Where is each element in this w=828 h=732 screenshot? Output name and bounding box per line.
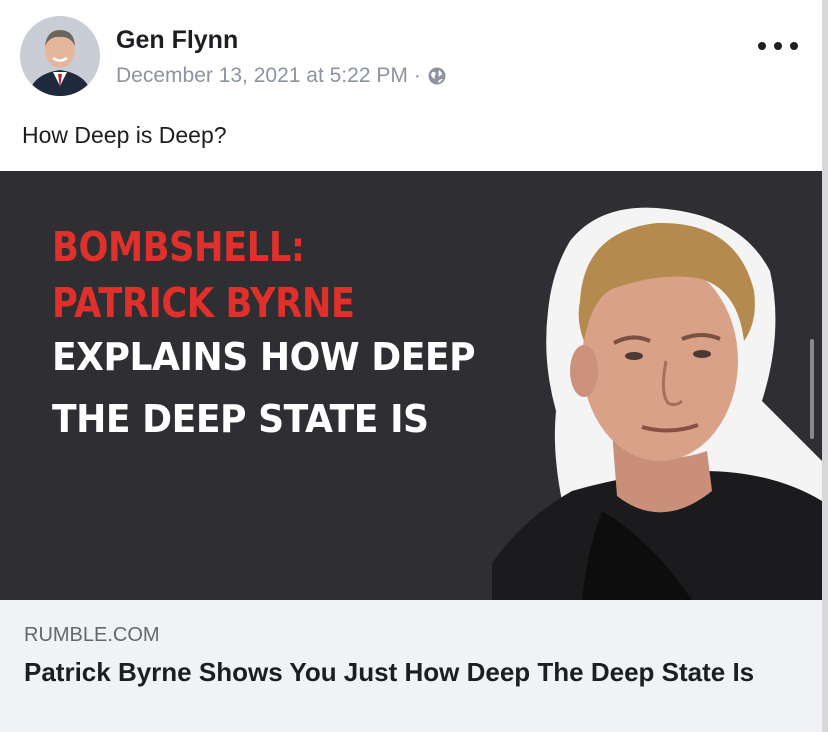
link-preview[interactable]: RUMBLE.COM Patrick Byrne Shows You Just … [0, 600, 822, 732]
avatar-portrait [20, 16, 100, 96]
person-photo [492, 207, 822, 600]
headline-line-3: EXPLAINS HOW DEEP [52, 335, 476, 379]
headline-line-4: THE DEEP STATE IS [52, 397, 429, 441]
globe-icon[interactable] [427, 66, 447, 86]
author-name[interactable]: Gen Flynn [116, 26, 238, 55]
facebook-post: Gen Flynn December 13, 2021 at 5:22 PM ·… [0, 0, 828, 732]
avatar[interactable] [20, 16, 100, 96]
more-dot [790, 42, 798, 50]
meta-separator: · [413, 64, 421, 87]
post-timestamp[interactable]: December 13, 2021 at 5:22 PM [116, 64, 408, 88]
scrollbar-thumb[interactable] [810, 339, 814, 439]
link-title[interactable]: Patrick Byrne Shows You Just How Deep Th… [24, 654, 814, 690]
more-dot [758, 42, 766, 50]
shared-video-thumbnail[interactable]: BOMBSHELL: PATRICK BYRNE EXPLAINS HOW DE… [0, 171, 822, 600]
more-dot [774, 42, 782, 50]
post-caption: How Deep is Deep? [22, 122, 227, 148]
post-header: Gen Flynn December 13, 2021 at 5:22 PM · [0, 0, 822, 112]
headline-line-1: BOMBSHELL: [52, 223, 305, 271]
link-domain: RUMBLE.COM [24, 624, 160, 646]
headline-line-2: PATRICK BYRNE [52, 279, 355, 327]
right-edge [822, 0, 828, 732]
post-meta: December 13, 2021 at 5:22 PM · [116, 64, 447, 88]
more-options-icon[interactable] [758, 34, 798, 58]
